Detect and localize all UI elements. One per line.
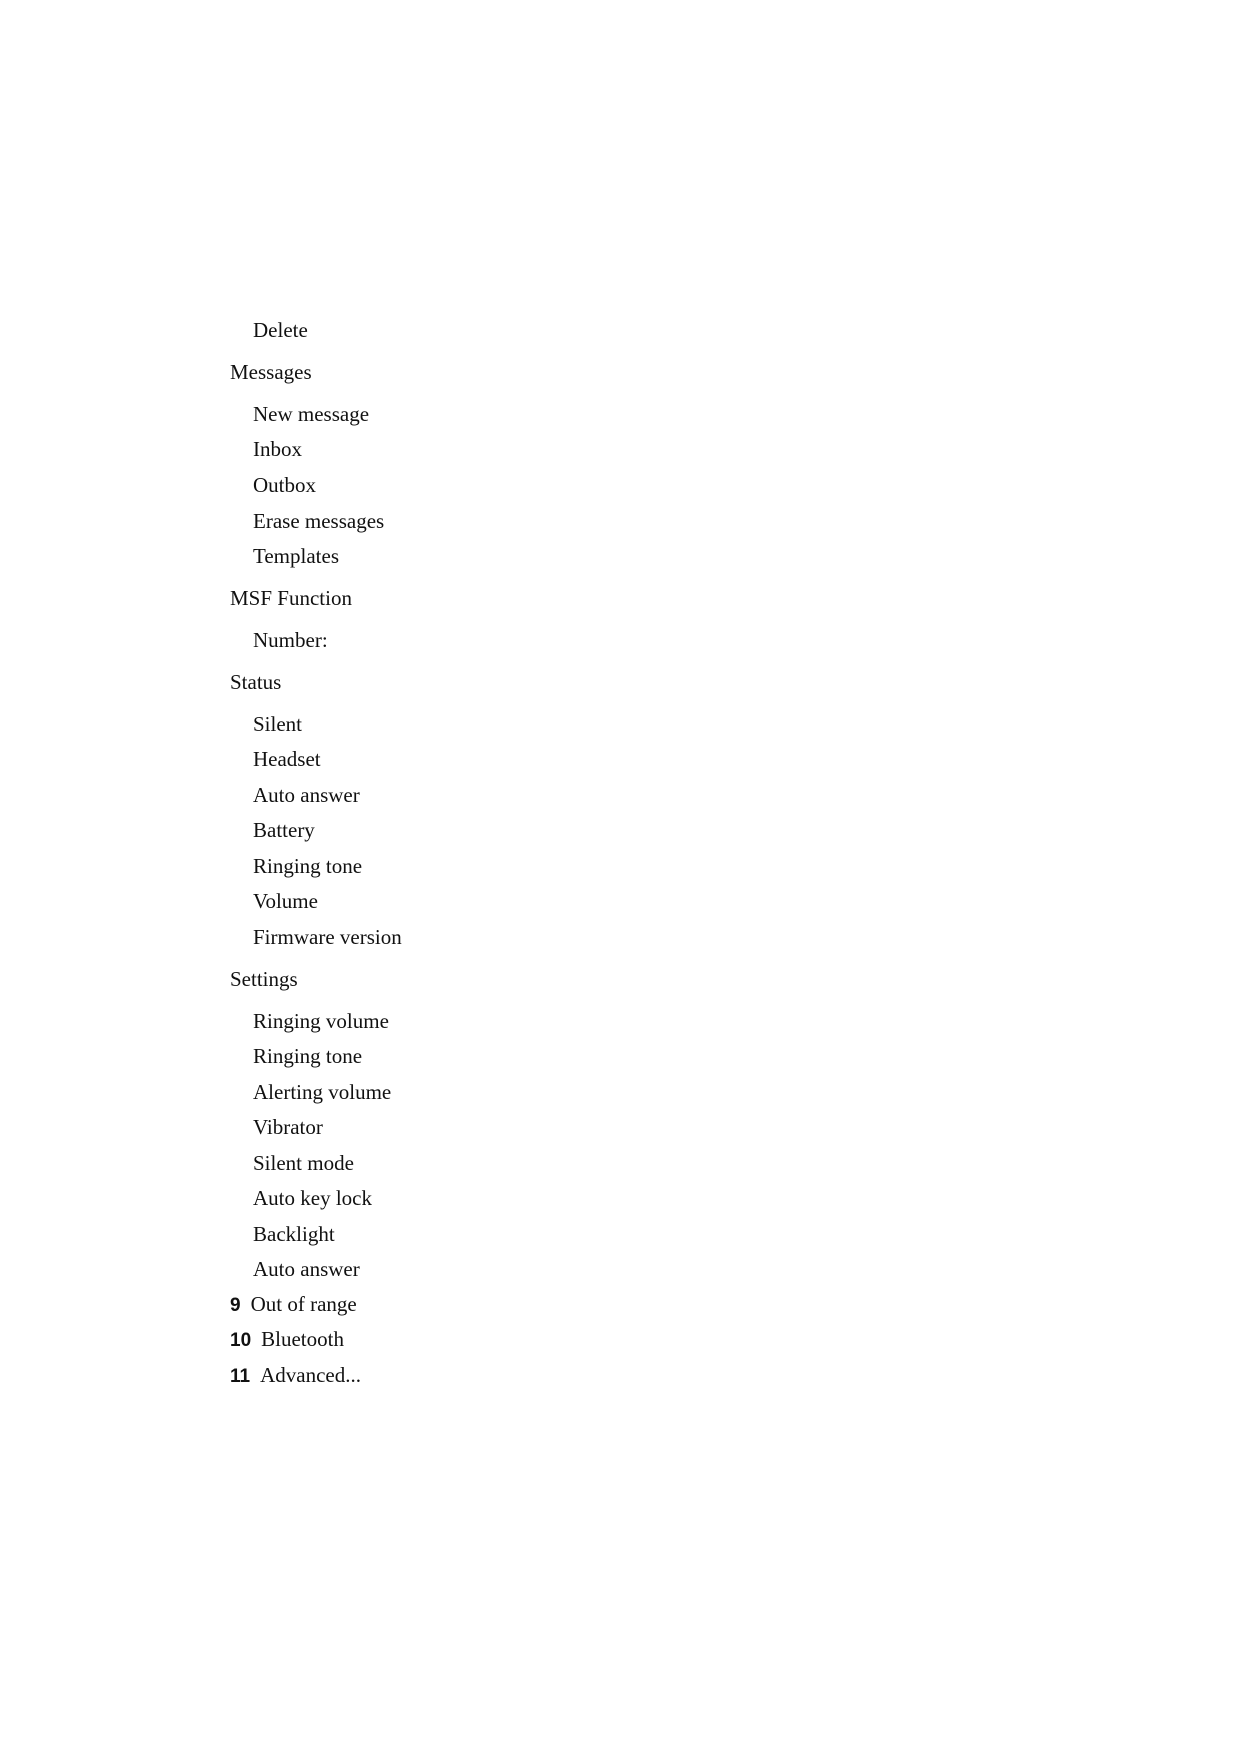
list-item-headset: Headset: [253, 747, 321, 771]
section-heading-status: Status: [230, 670, 282, 694]
list-item-alerting-volume: Alerting volume: [253, 1080, 392, 1104]
list-item-volume: Volume: [253, 889, 318, 913]
section-heading-settings: Settings: [230, 967, 298, 991]
list-item-ringing-tone-setting: Ringing tone: [253, 1044, 363, 1068]
section-heading-msf-function: MSF Function: [230, 586, 352, 610]
list-item-ringing-volume: Ringing volume: [253, 1009, 389, 1033]
list-item-erase-messages: Erase messages: [253, 509, 385, 533]
numbered-item-out-of-range: 9 Out of range: [230, 1292, 357, 1318]
section-heading-messages: Messages: [230, 360, 312, 384]
list-item-delete: Delete: [253, 318, 308, 342]
list-item-templates: Templates: [253, 544, 339, 568]
numbered-item-advanced: 11 Advanced...: [230, 1363, 361, 1389]
list-item-number: Number:: [253, 628, 328, 652]
item-number: 9: [230, 1295, 241, 1316]
list-item-auto-answer: Auto answer: [253, 783, 360, 807]
list-item-silent: Silent: [253, 712, 303, 736]
list-item-auto-key-lock: Auto key lock: [253, 1186, 372, 1210]
list-item-new-message: New message: [253, 402, 370, 426]
list-item-auto-answer-setting: Auto answer: [253, 1257, 360, 1281]
numbered-item-bluetooth: 10 Bluetooth: [230, 1327, 344, 1353]
list-item-silent-mode: Silent mode: [253, 1151, 354, 1175]
item-number: 10: [230, 1330, 252, 1351]
item-label: Advanced...: [260, 1363, 361, 1387]
list-item-vibrator: Vibrator: [253, 1115, 323, 1139]
item-label: Bluetooth: [261, 1327, 344, 1351]
item-number: 11: [230, 1366, 251, 1387]
list-item-firmware-version: Firmware version: [253, 925, 402, 949]
list-item-inbox: Inbox: [253, 437, 302, 461]
list-item-outbox: Outbox: [253, 473, 316, 497]
item-label: Out of range: [250, 1292, 357, 1316]
list-item-backlight: Backlight: [253, 1222, 335, 1246]
list-item-ringing-tone: Ringing tone: [253, 854, 363, 878]
list-item-battery: Battery: [253, 818, 315, 842]
document-page: Delete Messages New message Inbox Outbox…: [0, 0, 1240, 1755]
